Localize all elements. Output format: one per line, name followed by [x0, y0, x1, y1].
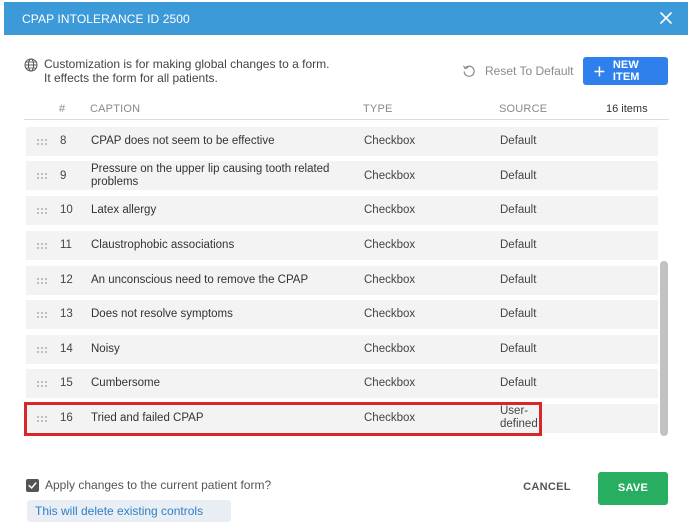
new-item-button[interactable]: NEW ITEM: [583, 57, 668, 85]
row-caption: Cumbersome: [91, 377, 161, 389]
row-type: Checkbox: [364, 308, 416, 320]
row-type: Checkbox: [364, 170, 416, 182]
apply-changes-label: Apply changes to the current patient for…: [45, 478, 272, 492]
row-number: 14: [60, 343, 73, 355]
row-caption: An unconscious need to remove the CPAP: [91, 274, 309, 286]
dialog-header: CPAP INTOLERANCE ID 2500: [4, 2, 688, 35]
table-row[interactable]: 14 Noisy Checkbox Default: [26, 335, 658, 364]
table-row[interactable]: 11 Claustrophobic associations Checkbox …: [26, 231, 658, 260]
column-header-type: TYPE: [363, 103, 393, 115]
close-icon[interactable]: [656, 8, 676, 28]
reset-icon: [463, 65, 475, 77]
row-caption: Latex allergy: [91, 204, 157, 216]
save-button[interactable]: SAVE: [598, 472, 668, 505]
table-row[interactable]: 15 Cumbersome Checkbox Default: [26, 369, 658, 398]
row-source: Default: [500, 274, 537, 286]
items-count: 16 items: [606, 103, 648, 115]
info-message: Customization is for making global chang…: [24, 57, 329, 85]
drag-handle-icon[interactable]: [36, 380, 48, 388]
row-number: 12: [60, 274, 73, 286]
row-caption: Claustrophobic associations: [91, 239, 235, 251]
plus-icon: [594, 66, 605, 76]
row-caption: CPAP does not seem to be effective: [91, 135, 275, 147]
drag-handle-icon[interactable]: [36, 242, 48, 250]
row-number: 16: [60, 412, 73, 424]
row-caption: Tried and failed CPAP: [91, 412, 204, 424]
new-item-label: NEW ITEM: [612, 59, 640, 83]
table-row[interactable]: 9 Pressure on the upper lip causing toot…: [26, 161, 658, 190]
row-number: 8: [60, 135, 67, 147]
row-type: Checkbox: [364, 343, 416, 355]
globe-icon: [24, 58, 38, 72]
row-caption: Noisy: [91, 343, 120, 355]
column-header-caption: CAPTION: [90, 103, 141, 115]
table-row[interactable]: 13 Does not resolve symptoms Checkbox De…: [26, 300, 658, 329]
checkbox-checked-icon[interactable]: [26, 478, 39, 492]
row-caption: Does not resolve symptoms: [91, 308, 233, 320]
row-number: 15: [60, 377, 73, 389]
info-line-1: Customization is for making global chang…: [44, 57, 330, 71]
row-type: Checkbox: [364, 135, 416, 147]
row-source: Default: [500, 135, 537, 147]
row-type: Checkbox: [364, 412, 416, 424]
drag-handle-icon[interactable]: [36, 207, 48, 215]
table-row-user-defined[interactable]: 16 Tried and failed CPAP Checkbox User-d…: [26, 404, 658, 433]
drag-handle-icon[interactable]: [36, 346, 48, 354]
dialog-title: CPAP INTOLERANCE ID 2500: [22, 12, 190, 26]
column-header-num: #: [59, 103, 66, 115]
row-source: Default: [500, 239, 537, 251]
drag-handle-icon[interactable]: [36, 172, 48, 180]
reset-to-default-button[interactable]: Reset To Default: [462, 64, 574, 78]
scrollbar-thumb[interactable]: [660, 261, 668, 436]
row-type: Checkbox: [364, 204, 416, 216]
apply-changes-checkbox[interactable]: Apply changes to the current patient for…: [26, 478, 271, 492]
drag-handle-icon[interactable]: [36, 311, 48, 319]
row-type: Checkbox: [364, 377, 416, 389]
row-number: 10: [60, 204, 73, 216]
row-source: User-defined: [500, 405, 538, 430]
row-type: Checkbox: [364, 274, 416, 286]
drag-handle-icon[interactable]: [36, 277, 48, 285]
row-source: Default: [500, 308, 537, 320]
row-number: 11: [60, 239, 72, 251]
row-number: 9: [60, 170, 67, 182]
table-row[interactable]: 12 An unconscious need to remove the CPA…: [26, 266, 658, 295]
info-line-2: It effects the form for all patients.: [44, 71, 218, 85]
reset-to-default-label: Reset To Default: [485, 64, 574, 78]
cancel-button[interactable]: CANCEL: [517, 481, 577, 497]
table-row[interactable]: 8 CPAP does not seem to be effective Che…: [26, 127, 658, 156]
customize-form-dialog: CPAP INTOLERANCE ID 2500 Customization i…: [0, 0, 688, 527]
row-source: Default: [500, 170, 537, 182]
column-header-source: SOURCE: [499, 103, 548, 115]
drag-handle-icon[interactable]: [36, 415, 48, 423]
row-source: Default: [500, 204, 537, 216]
items-list: 8 CPAP does not seem to be effective Che…: [24, 120, 660, 438]
info-text: Customization is for making global chang…: [44, 57, 329, 85]
drag-handle-icon[interactable]: [36, 138, 48, 146]
row-source: Default: [500, 377, 537, 389]
delete-warning: This will delete existing controls data.: [27, 500, 231, 527]
row-caption: Pressure on the upper lip causing tooth …: [91, 163, 330, 188]
row-number: 13: [60, 308, 73, 320]
row-source: Default: [500, 343, 537, 355]
table-row[interactable]: 10 Latex allergy Checkbox Default: [26, 196, 658, 225]
row-type: Checkbox: [364, 239, 416, 251]
